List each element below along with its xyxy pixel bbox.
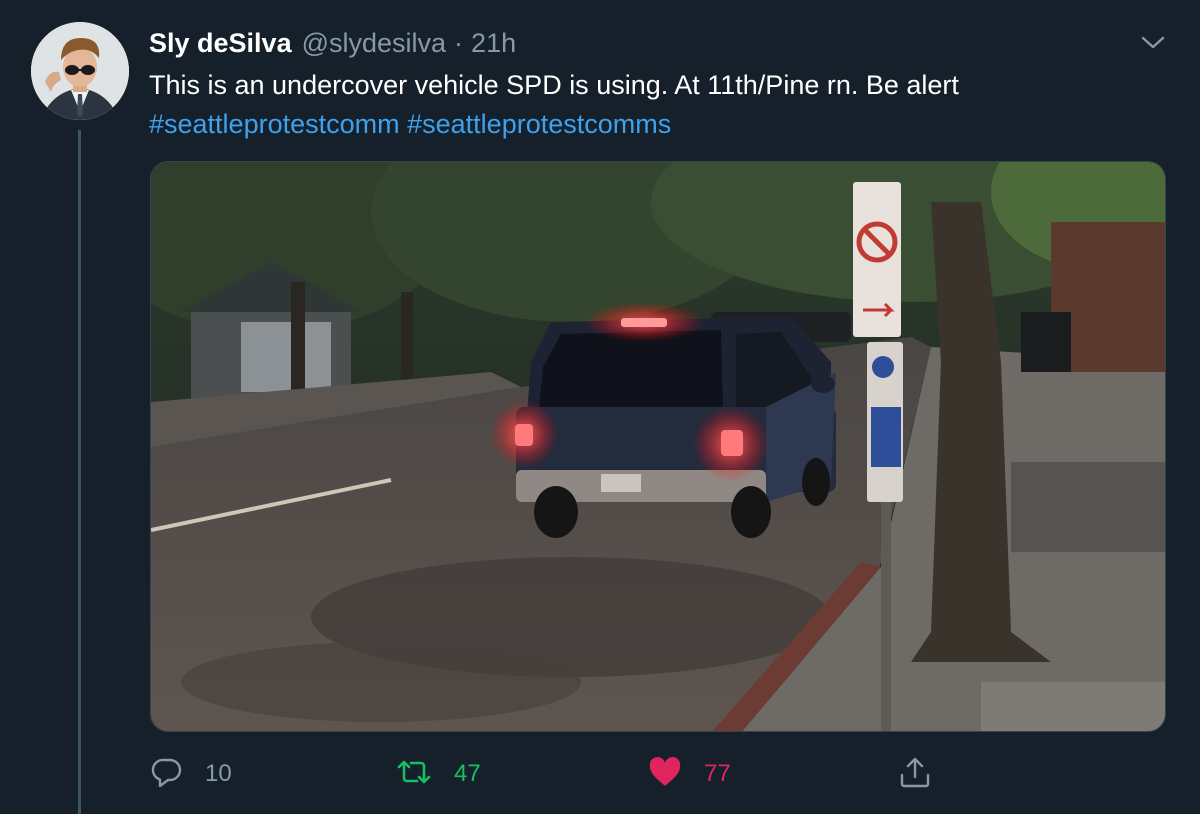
tweet-timestamp[interactable]: 21h	[471, 28, 516, 59]
tweet-text: This is an undercover vehicle SPD is usi…	[149, 66, 1149, 144]
tweet[interactable]: Sly deSilva @slydesilva · 21h This is an…	[0, 0, 1200, 814]
reply-count: 10	[205, 760, 232, 787]
share-button[interactable]	[898, 752, 932, 796]
tweet-photo[interactable]	[150, 161, 1166, 732]
tweet-actions: 10 47 77	[0, 752, 1200, 796]
hashtag-link[interactable]: #seattleprotestcomms	[407, 109, 671, 139]
retweet-count: 47	[454, 760, 481, 787]
heart-icon[interactable]	[648, 756, 682, 793]
reply-button[interactable]: 10	[151, 752, 232, 796]
chevron-down-icon[interactable]	[1138, 30, 1168, 54]
avatar[interactable]	[31, 22, 129, 120]
hashtag-link[interactable]: #seattleprotestcomm	[149, 109, 400, 139]
tweet-body: This is an undercover vehicle SPD is usi…	[149, 70, 959, 100]
author-name[interactable]: Sly deSilva	[149, 28, 292, 59]
hashtag-line: #seattleprotestcomm #seattleprotestcomms	[149, 105, 1149, 144]
retweet-icon[interactable]	[396, 756, 432, 793]
thread-line	[78, 130, 81, 814]
separator-dot: ·	[454, 27, 464, 58]
tweet-header: Sly deSilva @slydesilva · 21h	[149, 26, 516, 60]
author-handle[interactable]: @slydesilva	[302, 28, 446, 59]
like-button[interactable]: 77	[648, 752, 731, 796]
like-count: 77	[704, 760, 731, 787]
retweet-button[interactable]: 47	[396, 752, 481, 796]
reply-icon[interactable]	[151, 756, 183, 793]
share-icon[interactable]	[898, 755, 932, 794]
